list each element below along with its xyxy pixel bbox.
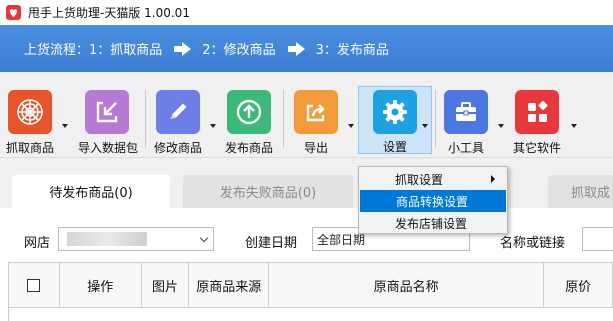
menu-item-product-conversion-settings-label: 商品转换设置 — [396, 194, 469, 209]
redacted-shop-name — [67, 232, 147, 246]
grab-products-dropdown-icon[interactable] — [62, 124, 68, 128]
menu-item-publish-shop-settings[interactable]: 发布店铺设置 — [359, 212, 507, 234]
tools-label: 小工具 — [447, 141, 484, 155]
menu-item-grab-settings-label: 抓取设置 — [395, 172, 444, 187]
menu-item-grab-settings[interactable]: 抓取设置 — [359, 168, 507, 190]
workflow-step-1[interactable]: 1：抓取商品 — [89, 39, 162, 58]
name-or-link-label: 名称或链接 — [500, 236, 566, 251]
other-software-label: 其它软件 — [512, 141, 561, 155]
main-toolbar: 抓取商品 导入数据包 修改商品 发布商品 导出 设置 小工具 其它软件 — [0, 72, 613, 158]
publish-products-label: 发布商品 — [224, 141, 273, 155]
title-bar: 甩手上货助理-天猫版 1.00.01 — [0, 0, 613, 25]
gear-icon — [373, 90, 417, 134]
toolbar-divider — [435, 90, 436, 148]
tab-publish-failed-label: 发布失败商品(0) — [219, 186, 317, 201]
tools-button[interactable]: 小工具 — [437, 90, 495, 156]
column-header-source[interactable]: 原商品来源 — [189, 263, 270, 307]
create-date-label: 创建日期 — [245, 236, 298, 251]
menu-item-publish-shop-settings-label: 发布店铺设置 — [395, 216, 468, 231]
tab-grab-success[interactable]: 抓取成 — [548, 175, 613, 208]
toolbar-divider — [145, 90, 146, 148]
grab-products-label: 抓取商品 — [5, 141, 54, 155]
apps-grid-icon — [515, 90, 559, 134]
column-header-price[interactable]: 原价 — [544, 263, 612, 307]
workflow-step-3[interactable]: 3：发布商品 — [316, 39, 389, 58]
edit-products-dropdown-icon[interactable] — [210, 124, 216, 128]
submenu-arrow-icon — [491, 175, 495, 183]
products-table-body — [8, 308, 613, 321]
edit-products-label: 修改商品 — [153, 141, 202, 155]
tab-strip: 待发布商品(0) 发布失败商品(0) 抓取成 — [0, 158, 613, 208]
filter-bar: 网店 创建日期 全部日期 名称或链接 — [0, 208, 613, 262]
menu-item-product-conversion-settings[interactable]: 商品转换设置 — [360, 190, 506, 212]
arrow-right-icon — [174, 41, 192, 56]
edit-products-button[interactable]: 修改商品 — [149, 90, 207, 156]
shop-select[interactable] — [58, 227, 214, 251]
publish-products-button[interactable]: 发布商品 — [220, 90, 278, 156]
shop-label: 网店 — [24, 236, 51, 251]
tab-publish-failed[interactable]: 发布失败商品(0) — [183, 175, 353, 208]
import-package-icon — [85, 90, 129, 134]
spider-web-icon — [8, 90, 52, 134]
app-logo-icon — [6, 5, 21, 20]
select-all-column — [9, 263, 60, 307]
pencil-icon — [156, 90, 200, 134]
export-dropdown-icon[interactable] — [348, 124, 354, 128]
settings-dropdown-menu: 抓取设置 商品转换设置 发布店铺设置 — [358, 166, 508, 234]
column-header-name[interactable]: 原商品名称 — [269, 263, 545, 307]
export-label: 导出 — [303, 141, 328, 155]
import-package-button[interactable]: 导入数据包 — [78, 90, 139, 156]
toolbox-icon — [444, 90, 488, 134]
workflow-bar: 上货流程： 1：抓取商品 2：修改商品 3：发布商品 — [0, 25, 613, 72]
arrow-right-icon — [287, 41, 305, 56]
workflow-step-2[interactable]: 2：修改商品 — [202, 39, 275, 58]
export-button[interactable]: 导出 — [287, 90, 345, 156]
settings-label: 设置 — [382, 140, 407, 154]
import-package-label: 导入数据包 — [78, 141, 139, 155]
column-header-actions[interactable]: 操作 — [60, 263, 142, 307]
tab-pending-publish-label: 待发布商品(0) — [49, 186, 133, 201]
workflow-label: 上货流程： — [24, 43, 90, 58]
select-all-checkbox[interactable] — [27, 278, 41, 292]
window-title: 甩手上货助理-天猫版 1.00.01 — [28, 6, 190, 20]
upload-circle-icon — [227, 90, 271, 134]
tools-dropdown-icon[interactable] — [498, 124, 504, 128]
grab-products-button[interactable]: 抓取商品 — [1, 90, 59, 156]
name-or-link-input[interactable] — [582, 227, 613, 251]
other-software-dropdown-icon[interactable] — [571, 124, 577, 128]
chevron-down-icon — [199, 233, 209, 243]
export-share-icon — [294, 90, 338, 134]
tab-pending-publish[interactable]: 待发布商品(0) — [12, 175, 170, 208]
settings-button[interactable]: 设置 — [358, 86, 432, 154]
other-software-button[interactable]: 其它软件 — [508, 90, 566, 156]
column-header-image[interactable]: 图片 — [142, 263, 190, 307]
settings-dropdown-icon[interactable] — [422, 124, 428, 128]
products-table-header: 操作 图片 原商品来源 原商品名称 原价 — [8, 262, 613, 308]
toolbar-divider — [283, 90, 284, 148]
tab-grab-success-label: 抓取成 — [571, 186, 611, 201]
